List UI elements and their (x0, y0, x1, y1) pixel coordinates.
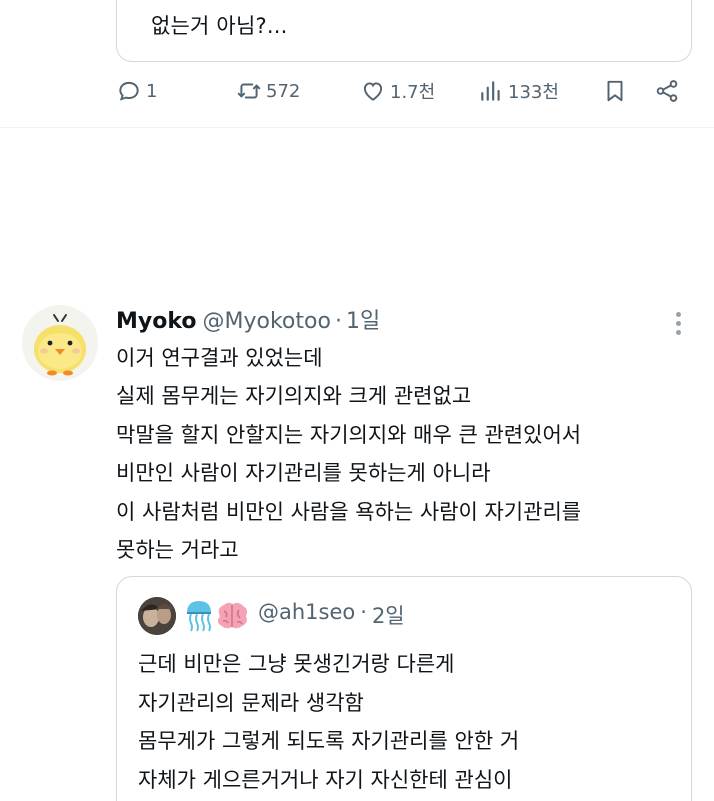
tweet-line: 이거 연구결과 있었는데 (116, 346, 323, 370)
chick-avatar-icon (22, 305, 98, 381)
quoted-user-handle[interactable]: @ah1seo (258, 600, 355, 630)
reply-button[interactable]: 1 (116, 78, 157, 104)
brain-emoji-icon (214, 600, 250, 632)
tweet-line: 막말을 할지 안할지는 자기의지와 매우 큰 관련있어서 (116, 422, 582, 447)
heart-icon (363, 82, 383, 101)
more-dot-icon (675, 330, 681, 335)
previous-quote-text: 없는거 아님?... (151, 14, 288, 38)
quoted-tweet-line: 자기관리의 문제라 생각함 (138, 690, 364, 715)
bookmark-icon (607, 80, 623, 102)
tweet-time[interactable]: 1일 (346, 303, 380, 335)
retweet-icon (237, 83, 261, 99)
display-name[interactable]: Myoko (116, 309, 197, 334)
quoted-tweet-time[interactable]: 2일 (372, 600, 405, 630)
quoted-avatar-photo-icon (138, 597, 176, 635)
user-handle[interactable]: @Myokotoo (203, 309, 331, 334)
more-options-button[interactable] (668, 308, 688, 336)
tweet-line: 비만인 사람이 자기관리를 못하는게 아니라 (116, 461, 491, 486)
share-button[interactable] (654, 78, 680, 104)
quoted-tweet-line: 자체가 게으른거거나 자기 자신한테 관심이 (138, 767, 513, 792)
share-icon (656, 80, 678, 102)
views-count: 133천 (508, 82, 559, 103)
views-button[interactable]: 133천 (478, 78, 559, 104)
more-dot-icon (675, 321, 681, 326)
reply-icon (119, 81, 139, 101)
avatar[interactable] (22, 305, 98, 381)
separator-dot: · (334, 309, 342, 334)
quoted-tweet-text: 근데 비만은 그냥 못생긴거랑 다른게 자기관리의 문제라 생각함 몸무게가 그… (138, 645, 519, 799)
bookmark-button[interactable] (602, 78, 628, 104)
quoted-tweet-line: 근데 비만은 그냥 못생긴거랑 다른게 (138, 652, 455, 676)
retweet-count: 572 (266, 80, 301, 102)
tweet-line: 이 사람처럼 비만인 사람을 욕하는 사람이 자기관리를 (116, 499, 582, 524)
quoted-tweet-header: @ah1seo · 2일 (258, 600, 405, 630)
tweet-line: 못하는 거라고 (116, 538, 239, 563)
reply-count: 1 (146, 80, 158, 102)
retweet-button[interactable]: 572 (236, 78, 300, 104)
views-chart-icon (481, 81, 500, 101)
tweet-line: 실제 몸무게는 자기의지와 크게 관련없고 (116, 384, 472, 409)
like-count: 1.7천 (390, 82, 436, 103)
separator-dot: · (360, 600, 367, 624)
quoted-tweet-line: 몸무게가 그렇게 되도록 자기관리를 안한 거 (138, 729, 520, 753)
tweet-divider (0, 127, 714, 128)
more-dot-icon (675, 312, 681, 317)
jellyfish-emoji-icon (184, 598, 214, 632)
tweet-action-bar: 1 572 1.7천 133천 (116, 78, 686, 114)
tweet-header: Myoko @Myokotoo · 1일 (116, 303, 380, 335)
like-button[interactable]: 1.7천 (360, 78, 435, 104)
tweet-text: 이거 연구결과 있었는데 실제 몸무게는 자기의지와 크게 관련없고 막말을 할… (116, 339, 581, 569)
quoted-avatar[interactable] (138, 597, 176, 635)
